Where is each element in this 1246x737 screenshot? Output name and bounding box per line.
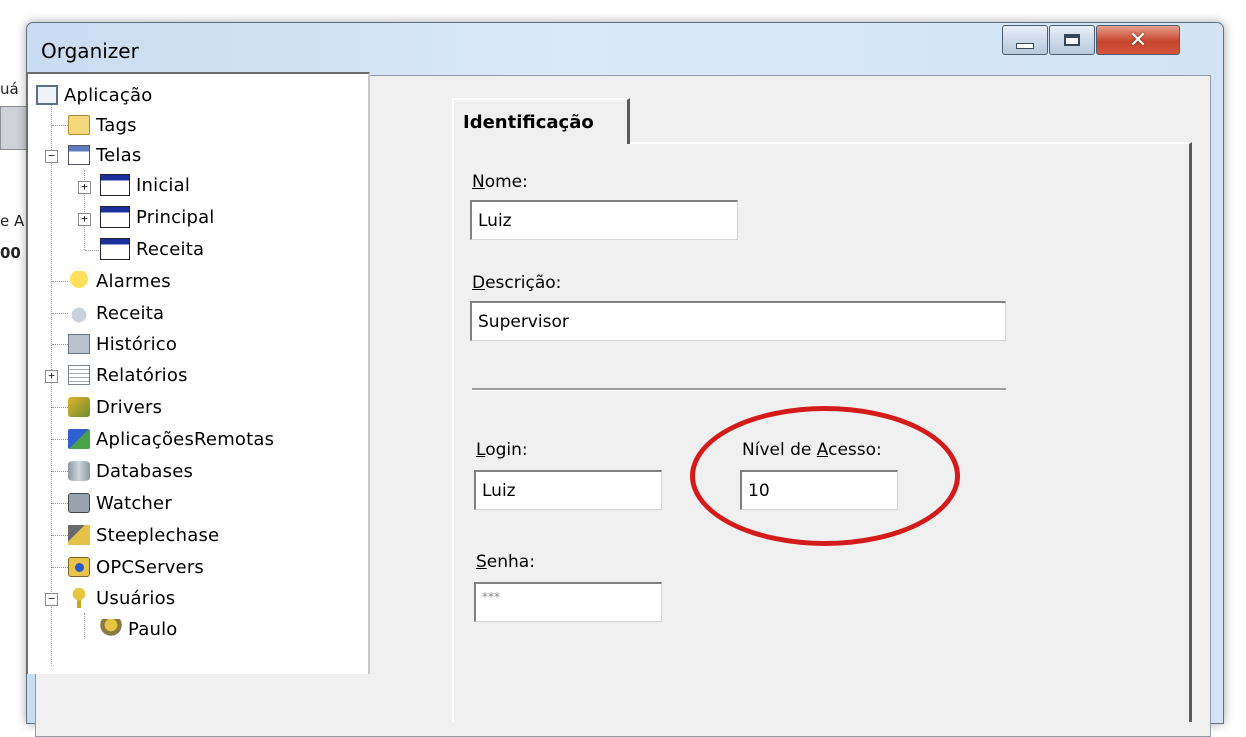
window-icon bbox=[100, 206, 130, 228]
drivers-icon bbox=[68, 397, 90, 417]
login-label: Login: bbox=[476, 440, 528, 460]
nome-label: Nome: bbox=[472, 172, 528, 192]
tree-item-usuarios[interactable]: Usuários bbox=[68, 583, 175, 613]
tree-item-label: Alarmes bbox=[96, 270, 171, 292]
tab-label: Identificação bbox=[463, 111, 594, 133]
window-icon bbox=[100, 238, 130, 260]
tree-item-receita[interactable]: Receita bbox=[68, 298, 164, 328]
tab-identificacao[interactable]: Identificação bbox=[452, 98, 630, 144]
window-title: Organizer bbox=[41, 39, 139, 63]
tree-item-label: Databases bbox=[96, 460, 194, 482]
tree-connector bbox=[52, 471, 68, 472]
tree-item-label: Relatórios bbox=[96, 364, 188, 386]
user-icon bbox=[100, 619, 122, 639]
tree-expander-principal[interactable]: + bbox=[78, 213, 91, 226]
tree-item-alarmes[interactable]: Alarmes bbox=[68, 266, 171, 296]
tree-item-label: Watcher bbox=[96, 492, 172, 514]
network-icon bbox=[68, 429, 90, 449]
application-tree[interactable]: Aplicação Tags − Telas + Inicial + Princ… bbox=[26, 72, 370, 674]
descricao-label: Descrição: bbox=[472, 273, 562, 293]
close-icon: ✕ bbox=[1128, 27, 1148, 53]
tree-item-principal[interactable]: Principal bbox=[100, 202, 215, 232]
tree-connector bbox=[52, 567, 68, 568]
tree-item-aplicacao[interactable]: Aplicação bbox=[36, 80, 152, 110]
tree-item-label: Histórico bbox=[96, 333, 178, 355]
tree-connector bbox=[52, 281, 68, 282]
tree-item-relatorios[interactable]: Relatórios bbox=[68, 360, 188, 390]
tree-connector bbox=[84, 613, 85, 639]
tree-item-inicial[interactable]: Inicial bbox=[100, 170, 190, 200]
tree-item-drivers[interactable]: Drivers bbox=[68, 392, 162, 422]
tree-item-label: OPCServers bbox=[96, 556, 204, 578]
tree-item-opcservers[interactable]: OPCServers bbox=[68, 552, 204, 582]
senha-label: Senha: bbox=[476, 552, 535, 572]
tree-item-label: Telas bbox=[96, 144, 142, 166]
tree-item-label: Aplicação bbox=[64, 84, 153, 106]
minimize-icon bbox=[1016, 43, 1034, 49]
tree-item-label: Inicial bbox=[136, 174, 191, 196]
tree-connector bbox=[52, 407, 68, 408]
window-icon bbox=[100, 174, 130, 196]
tree-item-label: Steeplechase bbox=[96, 524, 220, 546]
background-text-fragment: uá bbox=[0, 80, 19, 98]
close-button[interactable]: ✕ bbox=[1096, 25, 1180, 55]
tree-item-label: Principal bbox=[136, 206, 215, 228]
screens-icon bbox=[68, 145, 90, 165]
tree-item-label: Tags bbox=[96, 114, 137, 136]
tree-connector bbox=[52, 344, 68, 345]
tree-connector bbox=[51, 104, 52, 666]
tree-expander-inicial[interactable]: + bbox=[78, 181, 91, 194]
tree-item-label: Receita bbox=[96, 302, 165, 324]
history-icon bbox=[68, 334, 90, 354]
tree-connector bbox=[52, 313, 68, 314]
key-icon bbox=[68, 588, 90, 608]
tree-item-telas[interactable]: Telas bbox=[68, 140, 141, 170]
database-icon bbox=[68, 461, 90, 481]
tree-item-label: Receita bbox=[136, 238, 205, 260]
senha-field[interactable]: *** bbox=[474, 582, 662, 622]
tree-expander-usuarios[interactable]: − bbox=[45, 593, 58, 606]
tree-item-tags[interactable]: Tags bbox=[68, 110, 137, 140]
tree-item-label: Paulo bbox=[128, 618, 178, 640]
nome-field[interactable] bbox=[470, 200, 738, 240]
tree-item-label: Usuários bbox=[96, 587, 176, 609]
tree-expander-telas[interactable]: − bbox=[45, 150, 58, 163]
watcher-icon bbox=[68, 493, 90, 513]
tree-connector bbox=[52, 503, 68, 504]
tree-item-paulo[interactable]: Paulo bbox=[100, 614, 178, 644]
minimize-button[interactable] bbox=[1002, 25, 1048, 55]
steeplechase-icon bbox=[68, 525, 90, 545]
tree-connector bbox=[52, 125, 68, 126]
tree-item-aplicacoes-remotas[interactable]: AplicaçõesRemotas bbox=[68, 424, 274, 454]
recipe-icon bbox=[68, 303, 90, 323]
tree-connector bbox=[52, 439, 68, 440]
separator-line bbox=[472, 388, 1006, 391]
application-icon bbox=[36, 85, 58, 105]
report-icon bbox=[68, 365, 90, 385]
bell-icon bbox=[68, 271, 90, 291]
background-text-fragment: 00 bbox=[0, 244, 21, 262]
tree-item-receita-tela[interactable]: Receita bbox=[100, 234, 204, 264]
login-field[interactable] bbox=[474, 470, 662, 510]
tree-expander-relatorios[interactable]: + bbox=[45, 370, 58, 383]
descricao-field[interactable] bbox=[470, 301, 1006, 341]
tree-item-label: AplicaçõesRemotas bbox=[96, 428, 275, 450]
tree-item-databases[interactable]: Databases bbox=[68, 456, 193, 486]
background-text-fragment: e A bbox=[0, 212, 25, 230]
tree-item-steeplechase[interactable]: Steeplechase bbox=[68, 520, 219, 550]
folder-icon bbox=[68, 115, 90, 135]
opc-server-icon bbox=[68, 557, 90, 577]
tree-item-watcher[interactable]: Watcher bbox=[68, 488, 172, 518]
tree-item-label: Drivers bbox=[96, 396, 163, 418]
tree-connector bbox=[52, 535, 68, 536]
highlight-circle bbox=[690, 406, 960, 546]
maximize-icon bbox=[1064, 34, 1080, 46]
maximize-button[interactable] bbox=[1049, 25, 1095, 55]
tree-item-historico[interactable]: Histórico bbox=[68, 329, 177, 359]
